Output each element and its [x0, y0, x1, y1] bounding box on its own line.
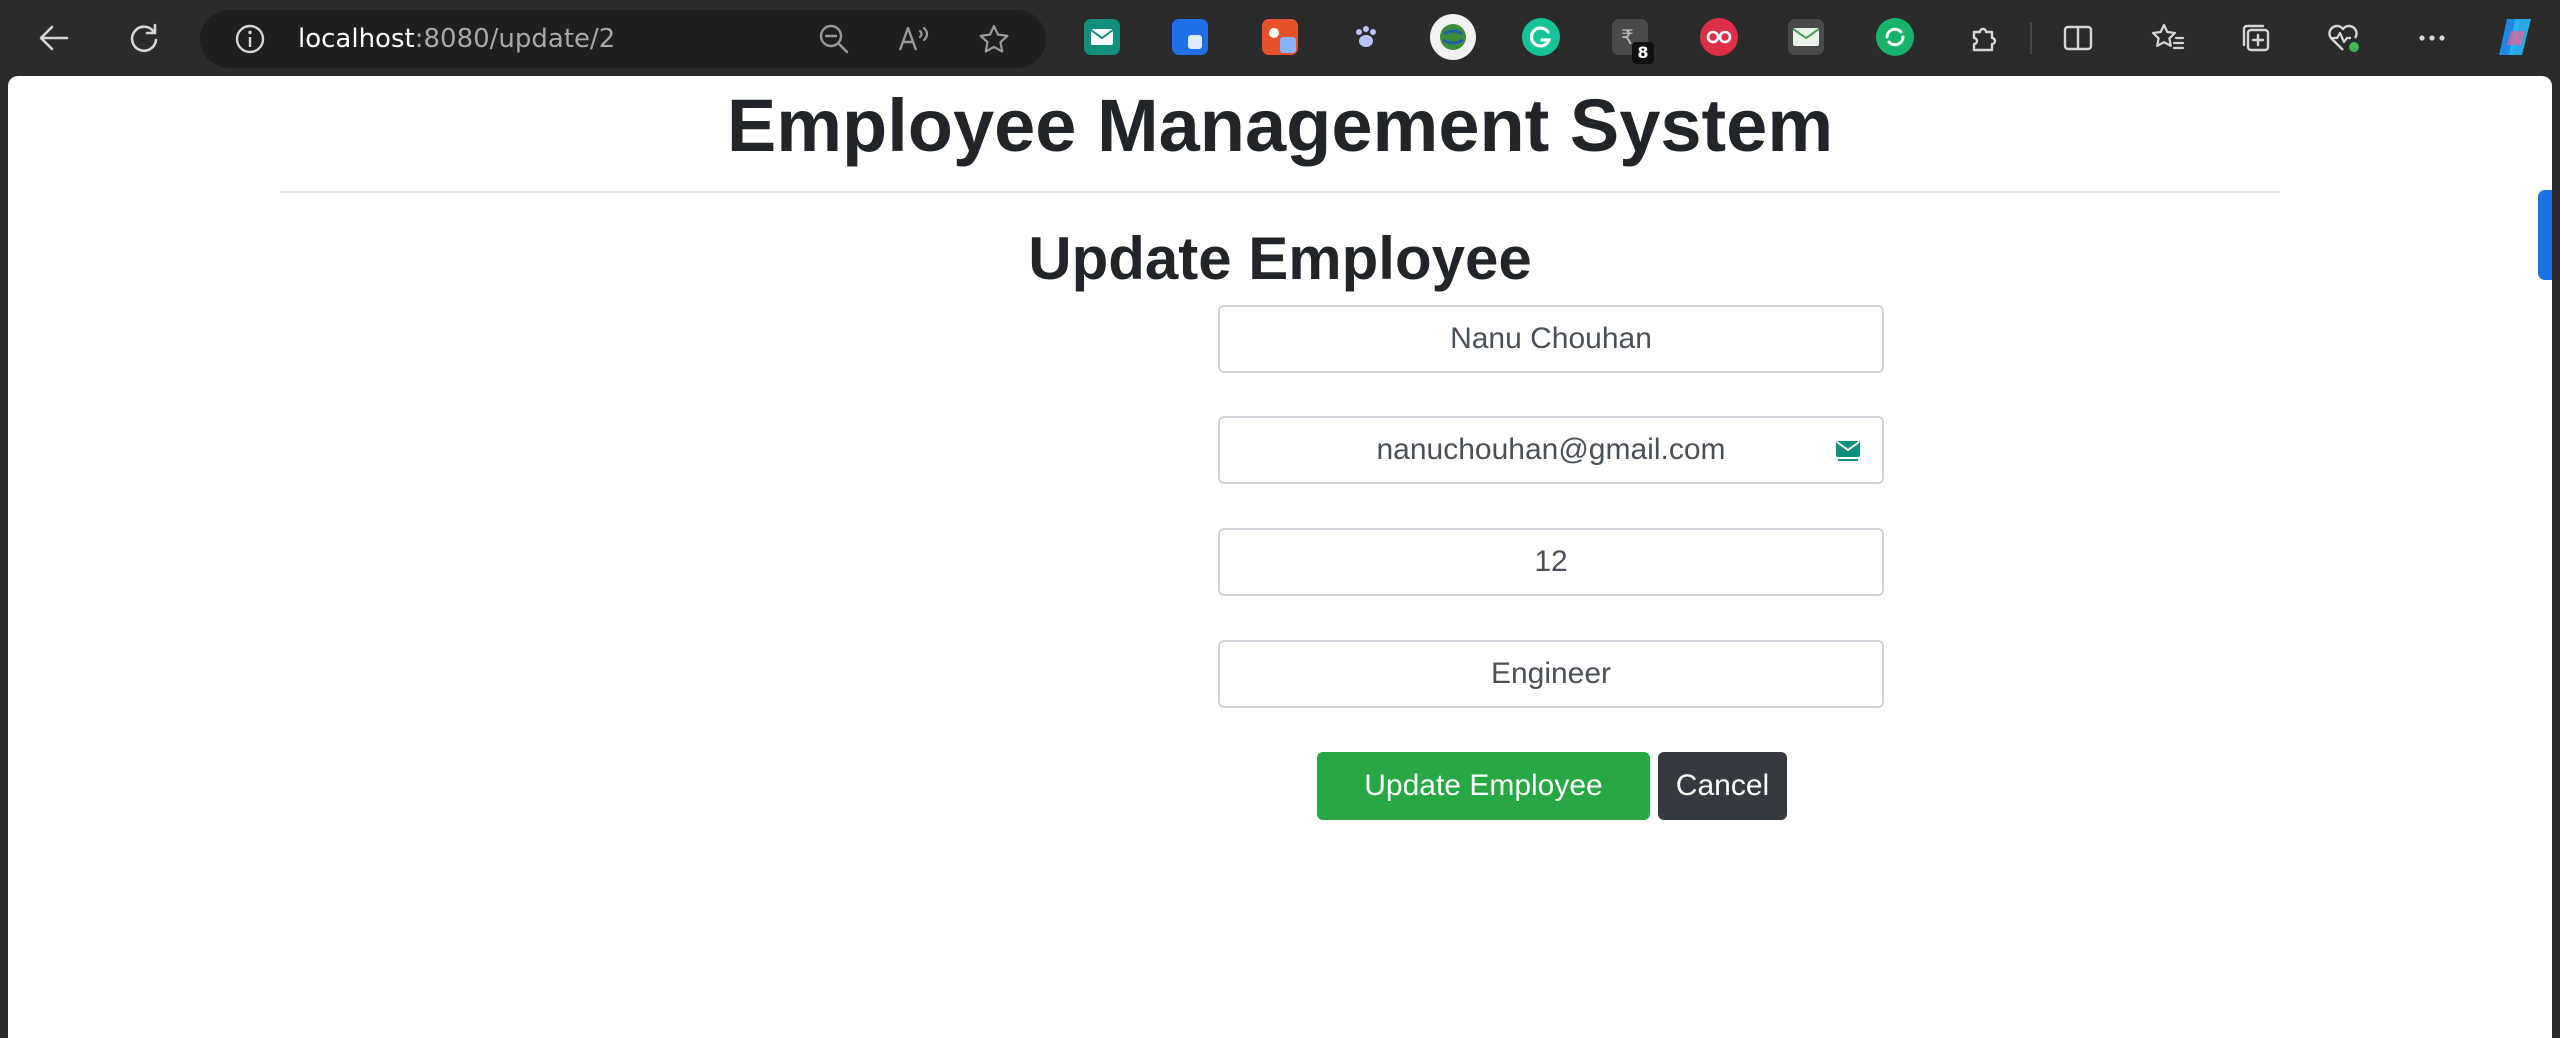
zoom-out-icon[interactable]: [816, 21, 852, 57]
back-arrow-icon[interactable]: [34, 18, 74, 58]
copilot-icon[interactable]: [2490, 12, 2540, 62]
orange-app-extension-icon[interactable]: [1262, 19, 1298, 55]
browser-toolbar: localhost:8080/update/2 ₹ 8: [0, 0, 2560, 76]
mail-extension-icon[interactable]: [1834, 436, 1862, 464]
update-employee-button[interactable]: Update Employee: [1317, 752, 1650, 820]
more-icon[interactable]: [2412, 18, 2452, 58]
split-screen-icon[interactable]: [2058, 18, 2098, 58]
extension-badge: 8: [1632, 42, 1654, 64]
address-bar[interactable]: localhost:8080/update/2: [200, 10, 1046, 68]
page-container: Employee Management System Update Employ…: [280, 76, 2280, 820]
cancel-button[interactable]: Cancel: [1658, 752, 1787, 820]
form-title: Update Employee: [1028, 225, 1532, 292]
puzzle-icon[interactable]: [1964, 18, 2004, 58]
url-text[interactable]: localhost:8080/update/2: [298, 10, 615, 68]
name-field[interactable]: [1218, 305, 1884, 373]
collections-icon[interactable]: [2236, 18, 2276, 58]
globe-extension-icon[interactable]: [1430, 14, 1476, 60]
url-host: localhost: [298, 24, 415, 54]
grammarly-icon[interactable]: [1522, 18, 1560, 56]
blue-app-extension-icon[interactable]: [1172, 19, 1208, 55]
salary-field[interactable]: [1218, 528, 1884, 596]
sync-extension-icon[interactable]: [1876, 18, 1914, 56]
paw-extension-icon[interactable]: [1348, 19, 1384, 55]
url-path: :8080/update/2: [414, 24, 616, 54]
info-icon[interactable]: [232, 21, 268, 57]
email-field[interactable]: [1218, 416, 1884, 484]
designation-field[interactable]: [1218, 640, 1884, 708]
email-field-wrap: [1218, 416, 1884, 484]
mail-extension-icon[interactable]: [1084, 19, 1120, 55]
scrollbar-thumb[interactable]: [2538, 190, 2552, 280]
app-title: Employee Management System: [726, 84, 1834, 167]
read-aloud-icon[interactable]: [896, 21, 932, 57]
mail-check-extension-icon[interactable]: [1788, 19, 1824, 55]
favorites-icon[interactable]: [2148, 18, 2188, 58]
toolbar-divider: [2030, 22, 2032, 54]
heartbeat-icon[interactable]: [2324, 18, 2364, 58]
mask-extension-icon[interactable]: [1700, 18, 1738, 56]
refresh-icon[interactable]: [124, 18, 164, 58]
title-divider: [280, 191, 2280, 193]
page-viewport: Employee Management System Update Employ…: [8, 76, 2552, 1038]
star-icon[interactable]: [976, 21, 1012, 57]
